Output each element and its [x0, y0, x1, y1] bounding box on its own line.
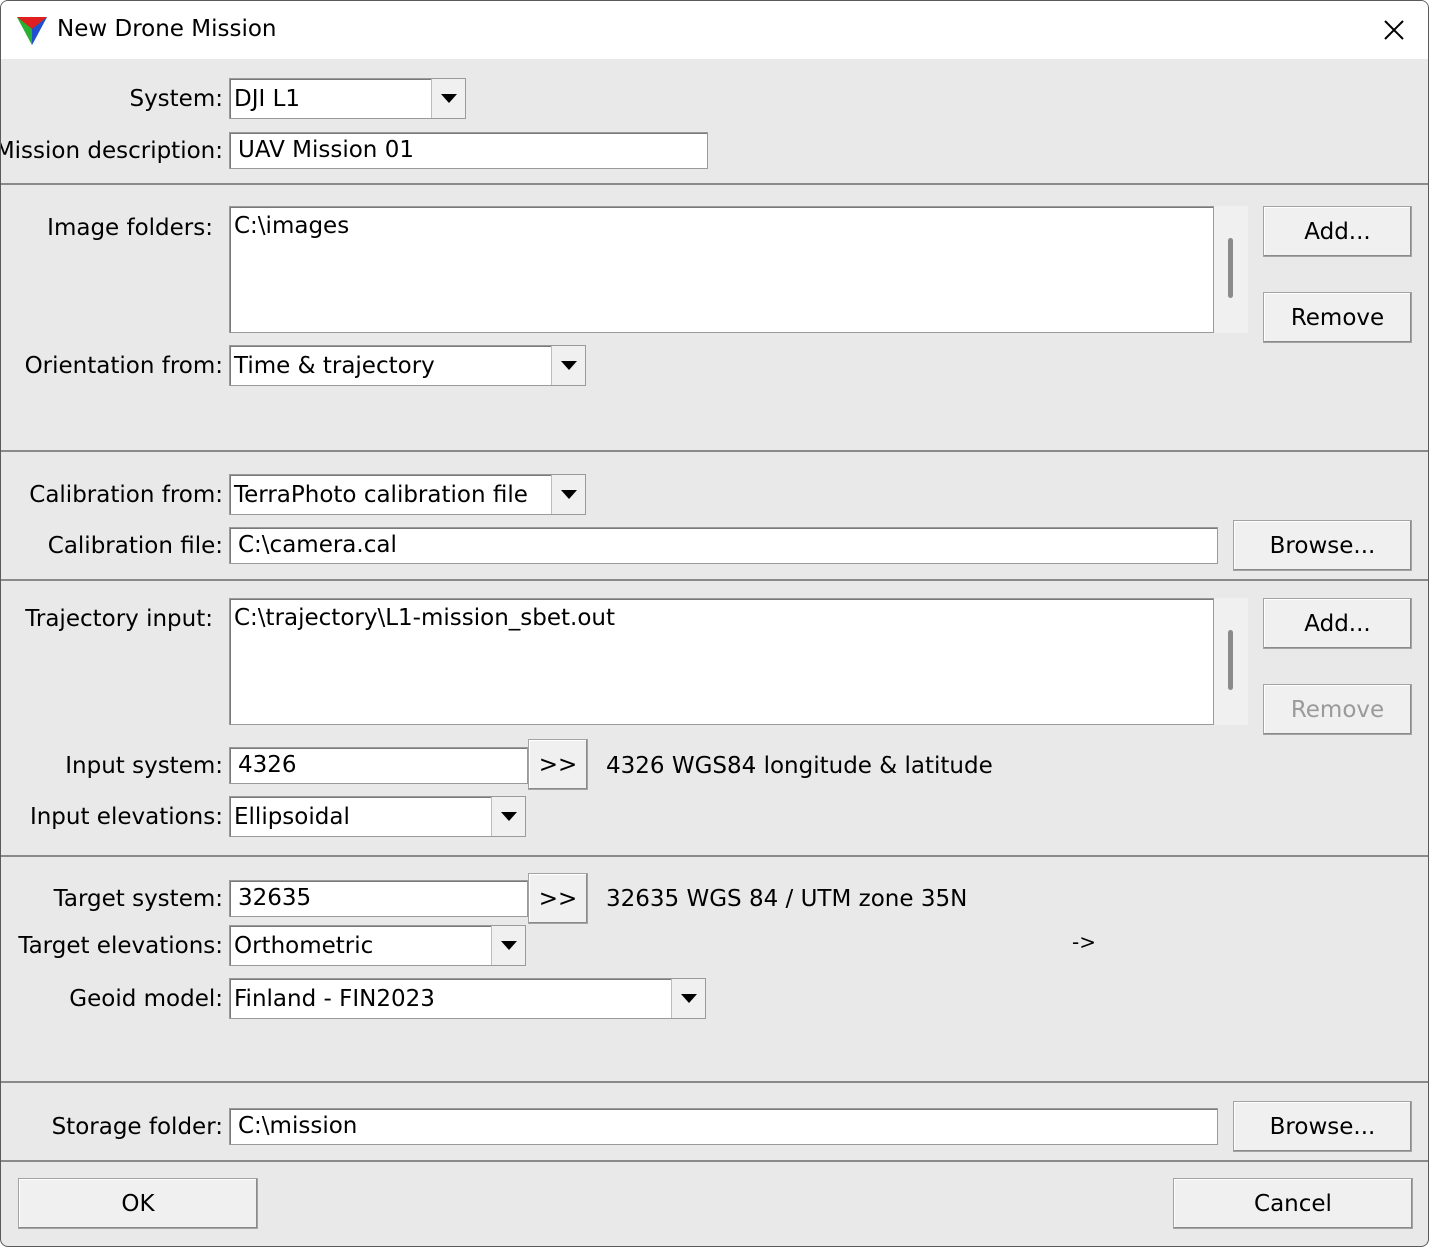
mission-description-field[interactable]: UAV Mission 01	[229, 132, 708, 169]
target-system-value: 32635	[238, 885, 312, 911]
target-elevations-note: ->	[1072, 930, 1096, 954]
trajectory-remove-button[interactable]: Remove	[1263, 684, 1412, 735]
target-system-description: 32635 WGS 84 / UTM zone 35N	[606, 886, 968, 912]
mission-description-value: UAV Mission 01	[238, 137, 414, 163]
section-divider	[1, 855, 1428, 857]
list-item[interactable]: C:\trajectory\L1-mission_sbet.out	[234, 605, 615, 631]
section-divider	[1, 183, 1428, 185]
input-elevations-label: Input elevations:	[29, 804, 223, 830]
image-folders-scrollbar[interactable]	[1214, 206, 1248, 333]
input-system-field[interactable]: 4326	[229, 747, 528, 784]
chevron-down-icon[interactable]	[671, 979, 705, 1018]
section-divider	[1, 450, 1428, 452]
target-elevations-label: Target elevations:	[18, 933, 223, 959]
system-value: DJI L1	[234, 86, 301, 112]
storage-folder-field[interactable]: C:\mission	[229, 1108, 1218, 1145]
title-bar: New Drone Mission	[1, 1, 1428, 59]
orientation-from-dropdown[interactable]: Time & trajectory	[229, 345, 586, 386]
input-system-select-button[interactable]: >>	[528, 739, 588, 790]
input-system-description: 4326 WGS84 longitude & latitude	[606, 753, 993, 779]
section-divider	[1, 579, 1428, 581]
image-folders-label: Image folders:	[47, 215, 213, 241]
input-system-value: 4326	[238, 752, 297, 778]
storage-folder-label: Storage folder:	[51, 1114, 223, 1140]
orientation-from-value: Time & trajectory	[234, 353, 435, 379]
trajectory-input-list[interactable]: C:\trajectory\L1-mission_sbet.out	[229, 598, 1214, 725]
geoid-model-value: Finland - FIN2023	[234, 986, 435, 1012]
input-elevations-value: Ellipsoidal	[234, 804, 350, 830]
input-elevations-dropdown[interactable]: Ellipsoidal	[229, 796, 526, 837]
calibration-from-label: Calibration from:	[29, 482, 223, 508]
orientation-from-label: Orientation from:	[24, 353, 223, 379]
chevron-down-icon[interactable]	[551, 475, 585, 514]
storage-folder-value: C:\mission	[238, 1113, 358, 1139]
terrasolid-triangle-icon	[17, 17, 47, 45]
target-system-field[interactable]: 32635	[229, 880, 528, 917]
chevron-down-icon[interactable]	[491, 797, 525, 836]
chevron-down-icon[interactable]	[431, 79, 465, 118]
target-elevations-value: Orthometric	[234, 933, 374, 959]
section-divider	[1, 1081, 1428, 1083]
image-folders-list[interactable]: C:\images	[229, 206, 1214, 333]
window-title: New Drone Mission	[57, 16, 277, 42]
storage-browse-button[interactable]: Browse...	[1233, 1101, 1412, 1152]
target-system-select-button[interactable]: >>	[528, 873, 588, 924]
target-system-label: Target system:	[53, 886, 223, 912]
target-elevations-dropdown[interactable]: Orthometric	[229, 925, 526, 966]
close-button[interactable]	[1360, 1, 1428, 59]
calibration-file-value: C:\camera.cal	[238, 532, 397, 558]
system-label: System:	[129, 86, 223, 112]
scrollbar-thumb[interactable]	[1228, 630, 1233, 690]
calibration-from-value: TerraPhoto calibration file	[234, 482, 528, 508]
section-divider	[1, 1160, 1428, 1162]
image-folders-add-button[interactable]: Add...	[1263, 206, 1412, 257]
calibration-from-dropdown[interactable]: TerraPhoto calibration file	[229, 474, 586, 515]
cancel-button[interactable]: Cancel	[1173, 1178, 1413, 1229]
list-item[interactable]: C:\images	[234, 213, 349, 239]
close-icon	[1384, 20, 1404, 40]
trajectory-add-button[interactable]: Add...	[1263, 598, 1412, 649]
system-dropdown[interactable]: DJI L1	[229, 78, 466, 119]
input-system-label: Input system:	[65, 753, 223, 779]
chevron-down-icon[interactable]	[491, 926, 525, 965]
mission-description-label: Mission description:	[0, 138, 223, 164]
calibration-browse-button[interactable]: Browse...	[1233, 520, 1412, 571]
calibration-file-label: Calibration file:	[47, 533, 223, 559]
new-drone-mission-dialog: New Drone Mission System: DJI L1 Mission…	[0, 0, 1429, 1247]
image-folders-remove-button[interactable]: Remove	[1263, 292, 1412, 343]
geoid-model-label: Geoid model:	[69, 986, 223, 1012]
calibration-file-field[interactable]: C:\camera.cal	[229, 527, 1218, 564]
chevron-down-icon[interactable]	[551, 346, 585, 385]
scrollbar-thumb[interactable]	[1228, 238, 1233, 298]
geoid-model-dropdown[interactable]: Finland - FIN2023	[229, 978, 706, 1019]
ok-button[interactable]: OK	[18, 1178, 258, 1229]
trajectory-scrollbar[interactable]	[1214, 598, 1248, 725]
trajectory-input-label: Trajectory input:	[25, 606, 213, 632]
